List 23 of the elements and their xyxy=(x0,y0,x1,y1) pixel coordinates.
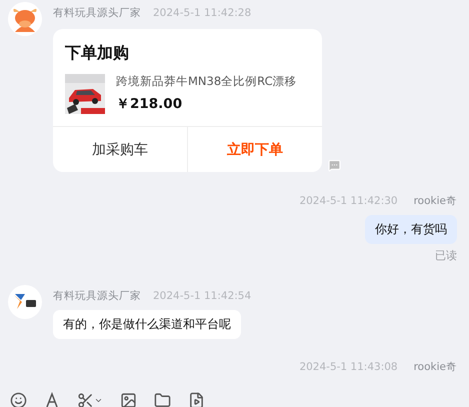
logo-icon xyxy=(13,293,37,311)
message-bubble: 你好，有货吗 xyxy=(365,215,457,244)
sender-name: rookie奇 xyxy=(414,360,457,374)
sender-name: rookie奇 xyxy=(414,194,457,208)
message-time: 2024-5-1 11:42:28 xyxy=(153,6,252,18)
scissors-icon[interactable] xyxy=(77,392,94,407)
message-time: 2024-5-1 11:43:08 xyxy=(299,360,398,372)
card-title: 下单加购 xyxy=(64,42,130,64)
sender-name: 有料玩具源头厂家 xyxy=(53,288,141,302)
message-bubble: 有的，你是做什么渠道和平台呢 xyxy=(53,310,241,339)
image-icon[interactable] xyxy=(120,392,137,407)
product-title: 跨境新品莽牛MN38全比例RC漂移 xyxy=(116,74,297,89)
message-time: 2024-5-1 11:42:54 xyxy=(153,290,252,302)
message-time: 2024-5-1 11:42:30 xyxy=(299,194,398,206)
product-price: ￥218.00 xyxy=(116,95,182,113)
emoji-icon[interactable] xyxy=(10,392,27,407)
video-file-icon[interactable] xyxy=(188,392,205,407)
caret-icon[interactable] xyxy=(94,396,103,405)
folder-icon[interactable] xyxy=(154,392,171,407)
read-status: 已读 xyxy=(435,248,457,263)
sender-name: 有料玩具源头厂家 xyxy=(53,6,141,20)
font-icon[interactable] xyxy=(44,392,60,407)
add-to-cart-button[interactable]: 加采购车 xyxy=(53,127,187,172)
